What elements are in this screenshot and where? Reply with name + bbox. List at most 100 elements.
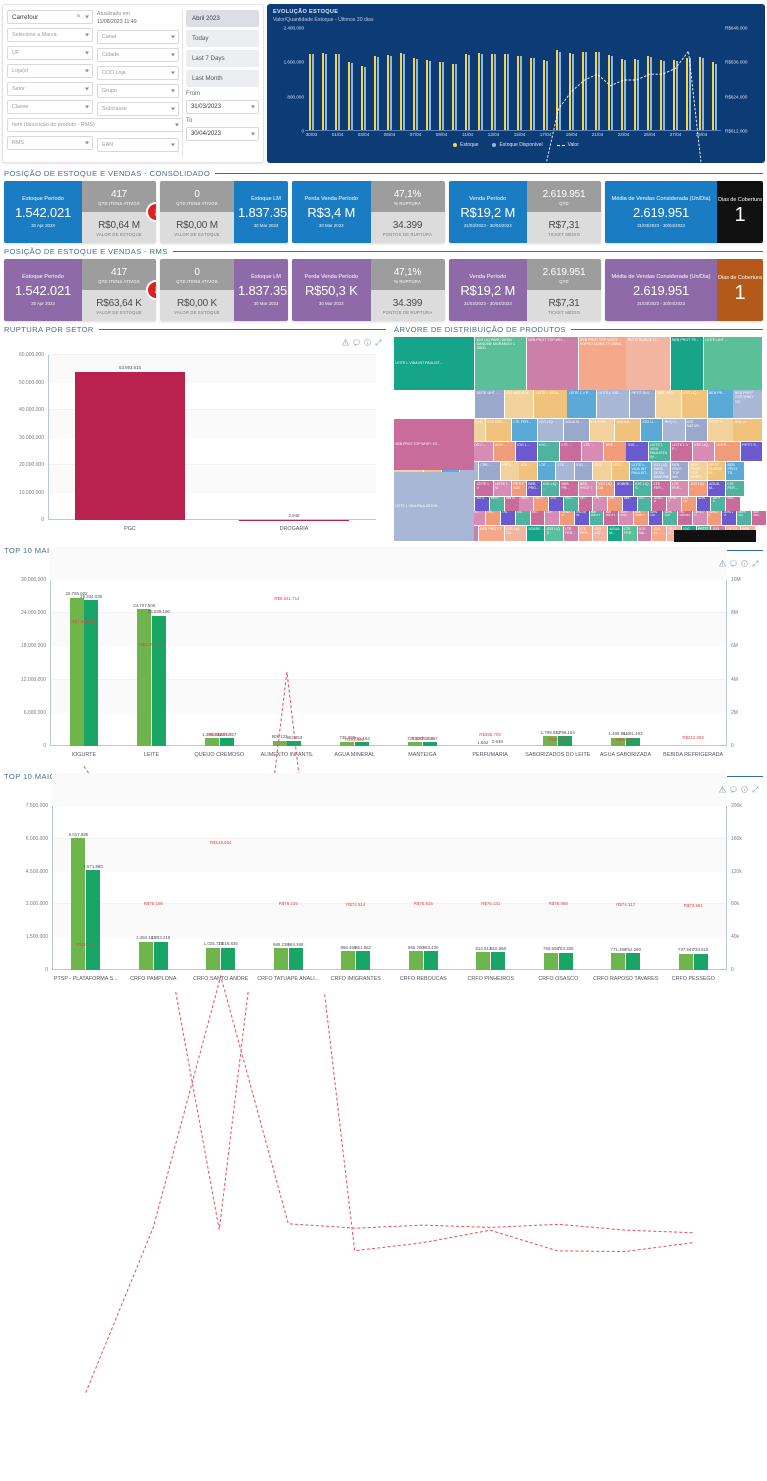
treemap-cell[interactable]: IOG LIQ .. (593, 526, 607, 542)
treemap-cell[interactable]: LEITE L VI (560, 511, 574, 525)
treemap-cell[interactable]: LTE FER... (590, 419, 615, 441)
treemap-cell[interactable]: PRTL... (501, 462, 519, 480)
kpi-card[interactable]: 0QTD ITENS ATIVOSR$0,00 MVALOR DE ESTOQU… (160, 181, 288, 243)
treemap-cell[interactable]: IOG LIQ PARC DESN DANONE MORANGO 1 25KG (475, 337, 526, 390)
treemap-cell[interactable]: BEB PROT TGP WHEY YO... (733, 390, 762, 418)
treemap-cell[interactable]: LEITE L VIDA PAULISTA IN... (649, 442, 670, 462)
alert-icon[interactable] (342, 339, 349, 346)
treemap-cell[interactable]: LEITE L V (475, 481, 493, 497)
treemap-cell[interactable]: IOG LI... (475, 497, 489, 511)
alert-icon[interactable] (719, 786, 726, 793)
kpi-card[interactable]: Média de Vendas Considerada (Un/Dia)2.61… (605, 259, 763, 321)
kpi-card[interactable]: Média de Vendas Considerada (Un/Dia)2.61… (605, 181, 763, 243)
treemap-cell[interactable]: LTE FER... (486, 419, 511, 441)
info-icon[interactable] (741, 560, 748, 567)
treemap-cell[interactable]: LTE FER... (652, 481, 670, 497)
expand-icon[interactable] (752, 786, 759, 793)
treemap-cell[interactable]: BEB PR... (560, 481, 578, 497)
treemap-cell[interactable]: PETIT S... (708, 419, 733, 441)
treemap-cell[interactable]: BEB PRO... (527, 481, 541, 497)
treemap-cell[interactable]: IOG LI... (733, 419, 762, 441)
kpi-card[interactable]: Estoque Período1.542.02130 Apr 2023417QT… (4, 181, 156, 243)
treemap-cell[interactable]: LEITE UHT ... (475, 390, 504, 418)
treemap-cell[interactable]: LEITE L V P... (567, 390, 596, 418)
treemap-cell[interactable]: LEIT... (612, 462, 630, 480)
subclasse-select[interactable]: Subclasse (97, 102, 179, 116)
codloja-select[interactable]: COD Loja (97, 66, 179, 80)
treemap-cell[interactable]: LEITE UHT (649, 511, 663, 525)
preset-last-7-days[interactable]: Last 7 Days (186, 50, 259, 67)
treemap-cell[interactable]: AGUA M... (608, 526, 622, 542)
treemap-cell[interactable]: IOG ... (531, 511, 545, 525)
treemap-cell[interactable]: IOG LI... (641, 419, 662, 441)
kpi-card[interactable]: Perda Venda PeríodoR$50,3 K30 Mar 202347… (292, 259, 445, 321)
treemap-cell[interactable]: IOG LIQ S (634, 481, 652, 497)
treemap-cell[interactable]: ACH... (549, 497, 563, 511)
preset-abril-2023[interactable]: Abril 2023 (186, 10, 259, 27)
treemap-cell[interactable]: LEITE L VI (722, 511, 736, 525)
marca-select[interactable]: Selecione a Marca (7, 28, 93, 42)
treemap-cell[interactable]: BEB PROT TS... (671, 337, 703, 390)
treemap-cell[interactable]: ACH... (494, 442, 515, 462)
treemap-cell[interactable]: IOG L... (534, 497, 548, 511)
treemap-cell[interactable]: LTE ... (608, 497, 622, 511)
comment-icon[interactable] (353, 339, 360, 346)
treemap-cell[interactable]: LTE ... (560, 442, 581, 462)
treemap-cell[interactable]: BEB PROT TGP WHEY YOPRO MORA TP 250ML (689, 462, 707, 480)
treemap-cell[interactable]: PETIT SUI. (737, 511, 751, 525)
treemap-cell[interactable]: IOG LIQ PARC DESN DANONE MORANGO 1 25KG (652, 462, 670, 480)
treemap-cell[interactable]: IOG NATURA... (505, 390, 534, 418)
treemap-cell[interactable]: LTE FER... (623, 526, 637, 542)
treemap-cell[interactable]: IOG LIQ... (682, 497, 696, 511)
treemap-cell[interactable]: IOG LIQ .. (542, 481, 560, 497)
treemap-cell[interactable]: PETIT SUI... (630, 390, 655, 418)
treemap-cell[interactable]: PETIT ... (490, 497, 504, 511)
from-date-input[interactable]: 31/03/2023 (186, 100, 259, 114)
kpi-card[interactable]: Venda PeríodoR$19,2 M31/03/2023 - 30/04/… (449, 259, 602, 321)
treemap-cell[interactable]: IOG... (538, 442, 559, 462)
treemap-cell[interactable]: LEITE L VIDA... (534, 390, 566, 418)
treemap-cell[interactable]: LTE ... (593, 497, 607, 511)
treemap-cell[interactable]: IOG NATUR... (686, 419, 707, 441)
treemap-cell[interactable]: LTE F... (519, 497, 533, 511)
treemap-cell[interactable]: LEITE L VI (693, 511, 707, 525)
treemap-cell[interactable]: IOG ... (638, 497, 652, 511)
treemap-cell[interactable]: IOG ... (575, 462, 593, 480)
kpi-card[interactable]: Perda Venda PeríodoR$3,4 M30 Mar 202347,… (292, 181, 445, 243)
treemap-cell[interactable]: PETIT SUIS (619, 511, 633, 525)
treemap-cell[interactable]: LTE FER... (579, 526, 593, 542)
treemap-cell[interactable]: BEB ... (604, 442, 625, 462)
treemap-cell[interactable]: BEB PROT T (634, 511, 648, 525)
treemap-cell[interactable]: LTE FER... (726, 481, 744, 497)
comment-icon[interactable] (730, 786, 737, 793)
preset-last-month[interactable]: Last Month (186, 70, 259, 87)
treemap-cell[interactable]: BEB PROT TGP WH... (527, 337, 578, 390)
treemap-cell[interactable]: BEB PROT TGP WH... (671, 462, 689, 480)
treemap-cell[interactable]: IOG LIQ PA (575, 511, 589, 525)
treemap-cell[interactable]: IOG LIQ S (545, 526, 563, 542)
treemap-cell[interactable]: BEB IO... (505, 497, 519, 511)
treemap-cell[interactable]: LEITE L VIDA PAULISTA IN... (394, 472, 474, 541)
classe-select[interactable]: Classe (7, 100, 93, 114)
treemap-cell[interactable]: IOG LIQ DA (597, 481, 615, 497)
ean-select[interactable]: EAN (97, 138, 179, 152)
treemap-cell[interactable]: AGUA M... (564, 419, 589, 441)
expand-icon[interactable] (752, 560, 759, 567)
treemap-cell[interactable]: LTE FER... (564, 526, 578, 542)
item-select[interactable]: Item (descrição do produto - RMS) (7, 118, 183, 132)
treemap-cell[interactable]: IOG NA... (615, 419, 640, 441)
clear-icon[interactable]: ✕ (76, 14, 81, 20)
treemap-cell[interactable]: LEITE L VI (494, 481, 512, 497)
treemap-cell[interactable]: SOBRE... (615, 481, 633, 497)
treemap-cell[interactable]: IOG ... (593, 462, 611, 480)
treemap-cell[interactable]: SOBRE... (527, 526, 545, 542)
treemap-cell[interactable]: PETIT S... (741, 442, 762, 462)
setor-select[interactable]: Setor (7, 82, 93, 96)
comment-icon[interactable] (730, 560, 737, 567)
canal-select[interactable]: Canal (97, 30, 179, 44)
info-icon[interactable] (364, 339, 371, 346)
treemap-cell[interactable]: BEB PROT T (479, 526, 504, 542)
treemap-cell[interactable]: BEB PROT T (579, 481, 597, 497)
treemap-cell[interactable]: IOG LI... (652, 526, 666, 542)
treemap-cell[interactable]: LTE ... (501, 511, 515, 525)
